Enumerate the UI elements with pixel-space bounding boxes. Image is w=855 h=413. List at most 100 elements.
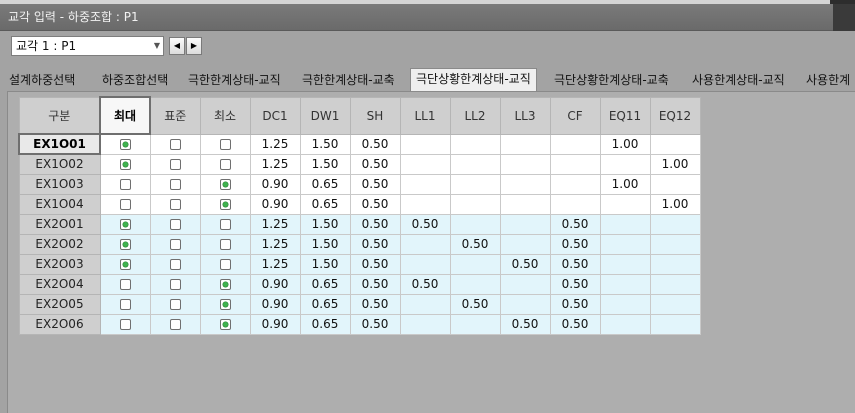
cell-ll2[interactable] (449, 193, 501, 215)
tab-ultimate-longitudinal[interactable]: 극한한계상태-교축 (297, 71, 400, 91)
radio-min[interactable] (219, 299, 231, 310)
row-header[interactable]: EX2O03 (18, 253, 101, 275)
radio-standard[interactable] (169, 199, 181, 210)
cell-dw1[interactable]: 1.50 (299, 233, 351, 255)
tab-service-longitudinal[interactable]: 사용한계 (801, 71, 855, 91)
radio-min[interactable] (219, 239, 231, 250)
cell-eq12[interactable] (649, 133, 701, 155)
cell-dw1[interactable]: 1.50 (299, 253, 351, 275)
cell-dc1[interactable]: 1.25 (249, 233, 301, 255)
header-eq11[interactable]: EQ11 (599, 96, 651, 135)
cell-ll3[interactable] (499, 293, 551, 315)
cell-ll3[interactable] (499, 153, 551, 175)
row-header[interactable]: EX2O04 (18, 273, 101, 295)
radio-standard[interactable] (169, 279, 181, 290)
radio-standard[interactable] (169, 299, 181, 310)
cell-ll2[interactable] (449, 153, 501, 175)
cell-dc1[interactable]: 0.90 (249, 193, 301, 215)
radio-max[interactable] (119, 279, 131, 290)
cell-dc1[interactable]: 0.90 (249, 313, 301, 335)
cell-ll1[interactable] (399, 253, 451, 275)
row-header[interactable]: EX2O01 (18, 213, 101, 235)
radio-min[interactable] (219, 139, 231, 150)
radio-standard[interactable] (169, 139, 181, 150)
radio-standard[interactable] (169, 239, 181, 250)
radio-standard[interactable] (169, 219, 181, 230)
cell-eq12[interactable] (649, 233, 701, 255)
cell-ll2[interactable] (449, 173, 501, 195)
cell-sh[interactable]: 0.50 (349, 293, 401, 315)
header-min[interactable]: 최소 (199, 96, 251, 135)
tab-ultimate-transverse[interactable]: 극한한계상태-교직 (183, 71, 286, 91)
radio-max[interactable] (119, 319, 131, 330)
cell-ll1[interactable] (399, 293, 451, 315)
cell-dc1[interactable]: 1.25 (249, 133, 301, 155)
cell-ll2[interactable] (449, 133, 501, 155)
radio-max[interactable] (119, 219, 131, 230)
radio-min[interactable] (219, 159, 231, 170)
cell-ll2[interactable]: 0.50 (449, 293, 501, 315)
cell-ll3[interactable] (499, 193, 551, 215)
cell-eq11[interactable] (599, 193, 651, 215)
cell-cf[interactable]: 0.50 (549, 313, 601, 335)
cell-ll2[interactable]: 0.50 (449, 233, 501, 255)
cell-ll2[interactable] (449, 253, 501, 275)
radio-standard[interactable] (169, 179, 181, 190)
cell-eq11[interactable] (599, 313, 651, 335)
radio-max[interactable] (119, 159, 131, 170)
radio-max[interactable] (119, 259, 131, 270)
cell-dw1[interactable]: 0.65 (299, 293, 351, 315)
radio-min[interactable] (219, 199, 231, 210)
cell-sh[interactable]: 0.50 (349, 153, 401, 175)
cell-eq11[interactable] (599, 293, 651, 315)
cell-ll3[interactable] (499, 213, 551, 235)
header-standard[interactable]: 표준 (149, 96, 201, 135)
cell-cf[interactable]: 0.50 (549, 233, 601, 255)
cell-dw1[interactable]: 0.65 (299, 273, 351, 295)
cell-dc1[interactable]: 0.90 (249, 273, 301, 295)
cell-ll1[interactable] (399, 193, 451, 215)
header-category[interactable]: 구분 (18, 96, 101, 135)
cell-ll1[interactable] (399, 313, 451, 335)
cell-cf[interactable]: 0.50 (549, 273, 601, 295)
cell-eq11[interactable]: 1.00 (599, 173, 651, 195)
cell-eq11[interactable] (599, 153, 651, 175)
cell-sh[interactable]: 0.50 (349, 133, 401, 155)
cell-dc1[interactable]: 0.90 (249, 173, 301, 195)
cell-sh[interactable]: 0.50 (349, 213, 401, 235)
cell-ll3[interactable] (499, 273, 551, 295)
radio-max[interactable] (119, 139, 131, 151)
radio-min[interactable] (219, 279, 231, 290)
cell-ll1[interactable]: 0.50 (399, 213, 451, 235)
cell-ll1[interactable] (399, 153, 451, 175)
header-eq12[interactable]: EQ12 (649, 96, 701, 135)
row-header[interactable]: EX1O03 (18, 173, 101, 195)
cell-dw1[interactable]: 0.65 (299, 193, 351, 215)
tab-service-transverse[interactable]: 사용한계상태-교직 (687, 71, 790, 91)
cell-ll1[interactable]: 0.50 (399, 273, 451, 295)
radio-standard[interactable] (169, 319, 181, 330)
radio-max[interactable] (119, 179, 131, 190)
tab-extreme-transverse[interactable]: 극단상황한계상태-교직 (410, 68, 537, 92)
cell-sh[interactable]: 0.50 (349, 273, 401, 295)
tab-load-combination[interactable]: 하중조합선택 (97, 71, 173, 91)
header-dc1[interactable]: DC1 (249, 96, 301, 135)
cell-eq11[interactable]: 1.00 (599, 133, 651, 155)
header-ll2[interactable]: LL2 (449, 96, 501, 135)
radio-min[interactable] (219, 179, 231, 190)
radio-standard[interactable] (169, 259, 181, 270)
cell-dw1[interactable]: 1.50 (299, 213, 351, 235)
cell-eq11[interactable] (599, 233, 651, 255)
cell-dc1[interactable]: 1.25 (249, 153, 301, 175)
cell-cf[interactable] (549, 193, 601, 215)
row-header[interactable]: EX1O01 (18, 133, 101, 155)
next-button[interactable]: ▶ (186, 37, 202, 55)
cell-sh[interactable]: 0.50 (349, 173, 401, 195)
cell-cf[interactable] (549, 133, 601, 155)
cell-cf[interactable] (549, 173, 601, 195)
header-ll3[interactable]: LL3 (499, 96, 551, 135)
cell-dw1[interactable]: 0.65 (299, 313, 351, 335)
cell-eq11[interactable] (599, 213, 651, 235)
pier-select[interactable]: 교각 1 : P1 ▼ (11, 36, 164, 56)
cell-dw1[interactable]: 1.50 (299, 153, 351, 175)
